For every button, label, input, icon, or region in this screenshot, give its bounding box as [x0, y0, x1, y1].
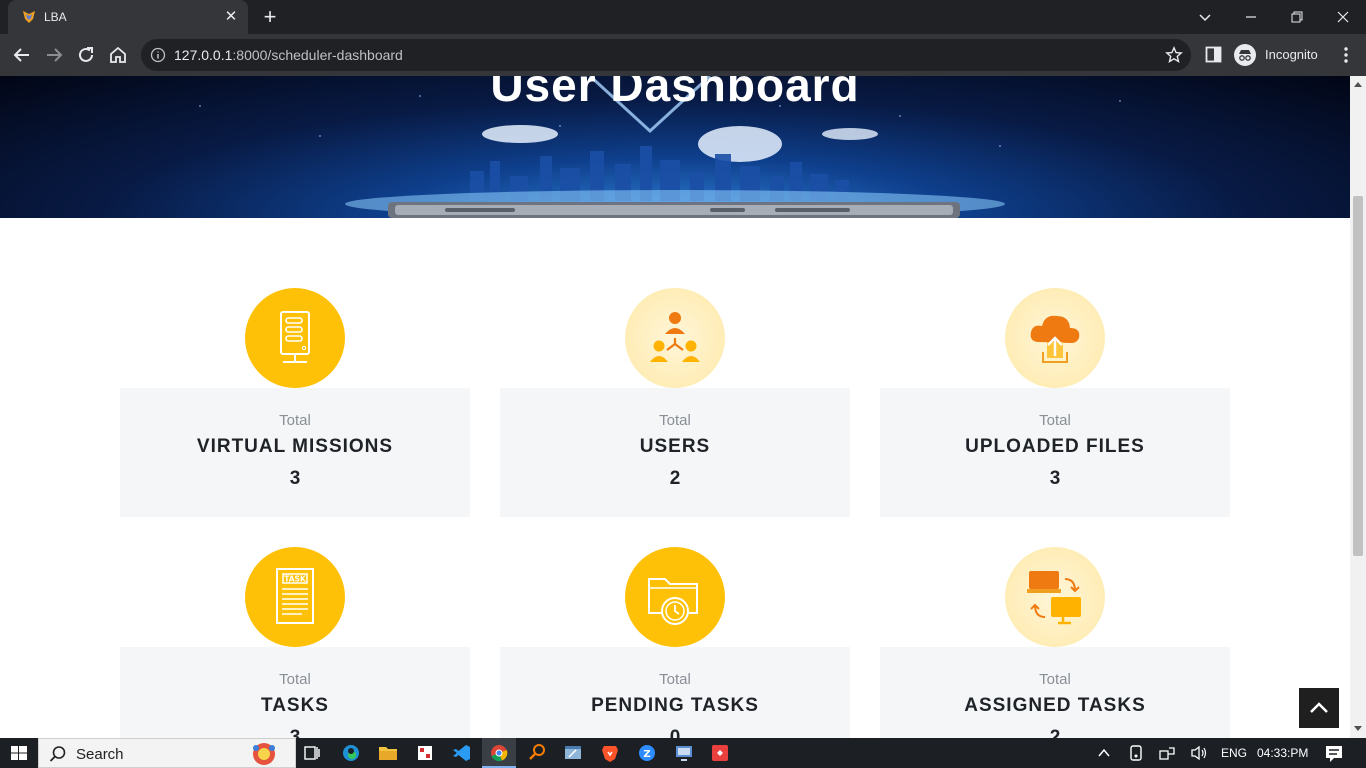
- network-icon[interactable]: [1157, 738, 1177, 768]
- card-count: 3: [289, 727, 301, 738]
- search-placeholder: Search: [76, 746, 124, 763]
- clock[interactable]: 04:33:PM: [1257, 746, 1308, 760]
- tray-device-icon[interactable]: [1126, 738, 1146, 768]
- tray-chevron-up-icon[interactable]: [1095, 738, 1113, 768]
- card-total-label: Total: [279, 671, 311, 688]
- card-total-label: Total: [659, 412, 691, 429]
- new-tab-button[interactable]: +: [259, 6, 281, 28]
- svg-text:TASK: TASK: [284, 575, 307, 584]
- card-title: UPLOADED FILES: [965, 436, 1145, 457]
- windows-taskbar: Search Z ENG 04:33:PM: [0, 738, 1366, 768]
- app-red-white-icon[interactable]: [414, 738, 436, 768]
- card-total-label: Total: [659, 671, 691, 688]
- minimize-button[interactable]: [1228, 0, 1274, 34]
- magnifier-app-icon[interactable]: [526, 738, 548, 768]
- reload-icon[interactable]: [73, 42, 99, 68]
- bookmark-star-icon[interactable]: [1165, 46, 1183, 64]
- close-window-button[interactable]: [1320, 0, 1366, 34]
- more-options-icon[interactable]: [1336, 45, 1356, 65]
- side-panel-icon[interactable]: [1205, 46, 1222, 63]
- card-count: 3: [1049, 468, 1061, 489]
- tab-search-chevron-icon[interactable]: [1182, 0, 1228, 34]
- address-bar[interactable]: 127.0.0.1:8000/scheduler-dashboard: [141, 39, 1191, 71]
- stat-card-uploaded-files[interactable]: Total UPLOADED FILES 3: [880, 388, 1230, 517]
- scrollbar-thumb[interactable]: [1353, 196, 1363, 556]
- zoom-app-icon[interactable]: Z: [636, 738, 658, 768]
- chevron-up-icon: [1310, 702, 1328, 713]
- svg-text:Z: Z: [643, 749, 650, 760]
- card-count: 3: [289, 468, 301, 489]
- scroll-down-arrow-icon[interactable]: [1354, 726, 1362, 731]
- file-explorer-icon[interactable]: [377, 738, 399, 768]
- vscode-icon[interactable]: [450, 738, 472, 768]
- search-icon: [49, 746, 66, 762]
- site-info-icon[interactable]: [150, 47, 166, 63]
- card-count: 2: [1049, 727, 1061, 738]
- page-scrollbar[interactable]: [1350, 76, 1366, 738]
- brave-browser-icon[interactable]: [599, 738, 621, 768]
- browser-tab[interactable]: LBA ✕: [8, 0, 248, 34]
- incognito-label[interactable]: Incognito: [1265, 47, 1318, 62]
- volume-icon[interactable]: [1189, 738, 1209, 768]
- tab-title: LBA: [44, 10, 67, 24]
- back-to-top-button[interactable]: [1299, 688, 1339, 728]
- card-total-label: Total: [279, 412, 311, 429]
- stat-card-users[interactable]: Total USERS 2: [500, 388, 850, 517]
- home-icon[interactable]: [105, 42, 131, 68]
- stat-icon-circle: [1005, 547, 1105, 647]
- card-count: 2: [669, 468, 681, 489]
- taskbar-search-box[interactable]: Search: [38, 738, 296, 768]
- card-title: TASKS: [261, 695, 329, 716]
- stat-card-tasks[interactable]: Total TASKS 3: [120, 647, 470, 738]
- forward-arrow-icon[interactable]: [41, 42, 67, 68]
- stat-icon-circle: TASK: [245, 547, 345, 647]
- url-text: 127.0.0.1:8000/scheduler-dashboard: [174, 47, 403, 63]
- windows-start-icon[interactable]: [8, 738, 30, 768]
- task-document-icon: TASK: [276, 568, 314, 624]
- site-favicon-icon: [23, 11, 35, 23]
- users-hierarchy-icon: [650, 312, 700, 362]
- stat-icon-circle: [1005, 288, 1105, 388]
- stat-icon-circle: [625, 547, 725, 647]
- remote-desktop-icon[interactable]: [673, 738, 695, 768]
- page-title: User Dashboard: [490, 76, 860, 111]
- edge-browser-icon[interactable]: [340, 738, 362, 768]
- browser-toolbar: 127.0.0.1:8000/scheduler-dashboard Incog…: [0, 34, 1366, 76]
- card-total-label: Total: [1039, 412, 1071, 429]
- chrome-icon: [491, 745, 508, 762]
- notifications-icon[interactable]: [1324, 738, 1344, 768]
- task-view-icon[interactable]: [302, 738, 322, 768]
- tab-close-icon[interactable]: ✕: [222, 8, 240, 26]
- hero-banner: User Dashboard: [0, 76, 1350, 218]
- card-title: VIRTUAL MISSIONS: [196, 436, 394, 457]
- folder-clock-icon: [648, 578, 698, 625]
- chrome-taskbar-button[interactable]: [482, 738, 516, 768]
- card-total-label: Total: [1039, 671, 1071, 688]
- card-count: 0: [669, 727, 681, 738]
- card-title: PENDING TASKS: [591, 695, 759, 716]
- card-title: USERS: [639, 436, 711, 457]
- stat-card-pending-tasks[interactable]: Total PENDING TASKS 0: [500, 647, 850, 738]
- search-highlight-icon: [253, 743, 275, 765]
- restore-button[interactable]: [1274, 0, 1320, 34]
- stat-card-virtual-missions[interactable]: Total VIRTUAL MISSIONS 3: [120, 388, 470, 517]
- tab-strip: LBA ✕ +: [0, 0, 1366, 34]
- cloud-upload-icon: [1030, 315, 1080, 363]
- anydesk-icon[interactable]: [709, 738, 731, 768]
- stat-icon-circle: [245, 288, 345, 388]
- computer-transfer-icon: [1027, 571, 1081, 625]
- back-arrow-icon[interactable]: [9, 42, 35, 68]
- stat-card-assigned-tasks[interactable]: Total ASSIGNED TASKS 2: [880, 647, 1230, 738]
- app-window-icon[interactable]: [562, 738, 584, 768]
- page-viewport: User Dashboard Total VIRTUAL MISSIONS 3 …: [0, 76, 1350, 738]
- incognito-icon[interactable]: [1234, 44, 1256, 66]
- stat-icon-circle: [625, 288, 725, 388]
- scroll-up-arrow-icon[interactable]: [1354, 82, 1362, 87]
- card-title: ASSIGNED TASKS: [964, 695, 1146, 716]
- language-indicator[interactable]: ENG: [1221, 746, 1247, 760]
- server-icon: [280, 311, 310, 363]
